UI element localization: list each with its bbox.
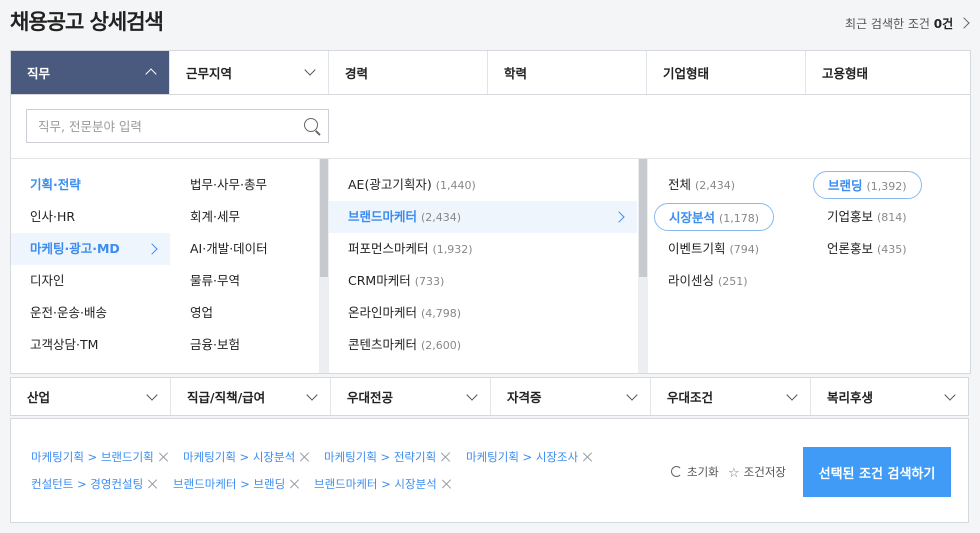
close-icon[interactable] — [442, 479, 452, 489]
search-submit-button[interactable]: 선택된 조건 검색하기 — [803, 447, 951, 497]
tab-label: 고용형태 — [822, 66, 869, 81]
tab-region[interactable]: 근무지역 — [170, 51, 329, 94]
recent-count: 0건 — [933, 17, 954, 31]
chevron-down-icon — [306, 389, 318, 401]
tab-certificate[interactable]: 자격증 — [491, 378, 651, 415]
tab-major[interactable]: 우대전공 — [331, 378, 491, 415]
list-item[interactable]: 고객상담·TM — [11, 329, 170, 361]
job-subcategory-list: AE(광고기획자) (1,440) 브랜드마케터 (2,434) 퍼포먼스마케터 (1… — [329, 159, 637, 373]
tab-preference[interactable]: 우대조건 — [651, 378, 811, 415]
list-item[interactable]: 온라인마케터 (4,798) — [329, 297, 637, 329]
list-item[interactable]: 브랜드마케터 (2,434) — [329, 201, 637, 233]
list-item[interactable]: 금융·보험 — [171, 329, 319, 361]
chevron-down-icon — [466, 389, 478, 401]
page-title: 채용공고 상세검색 — [10, 10, 164, 34]
star-icon: ☆ — [728, 466, 740, 481]
filter-panel: 직무 근무지역 경력 학력 기업형태 고용형태 기획·전략 인사·HR 마케팅·… — [10, 50, 971, 374]
keyword-pill[interactable]: 시장분석 (1,178) — [654, 203, 775, 231]
list-item[interactable]: 물류·무역 — [171, 265, 319, 297]
keyword-pill[interactable]: 이벤트기획 (794) — [654, 235, 773, 263]
chevron-down-icon — [944, 389, 956, 401]
tab-position-salary[interactable]: 직급/직책/급여 — [171, 378, 331, 415]
list-item[interactable]: 퍼포먼스마케터 (1,932) — [329, 233, 637, 265]
list-item[interactable]: CRM마케터 (733) — [329, 265, 637, 297]
job-keyword-grid: 전체 (2,434) 브랜딩 (1,392) 시장분석 (1,178) 기업홍보 (81… — [649, 159, 969, 373]
list-item[interactable]: 회계·세무 — [171, 201, 319, 233]
list-item[interactable]: 법무·사무·총무 — [171, 169, 319, 201]
tab-industry[interactable]: 산업 — [11, 378, 171, 415]
keyword-pill[interactable]: 브랜딩 (1,392) — [813, 171, 922, 199]
tab-company-type[interactable]: 기업형태 — [647, 51, 806, 94]
keyword-pill[interactable]: 기업홍보 (814) — [813, 203, 921, 231]
keyword-pill[interactable]: 언론홍보 (435) — [813, 235, 921, 263]
selected-chip[interactable]: 컨설턴트 > 경영컨설팅 — [31, 476, 158, 492]
job-search-box — [26, 109, 329, 143]
list-item[interactable]: 영업 — [171, 297, 319, 329]
list-item[interactable]: AI·개발·데이터 — [171, 233, 319, 265]
tab-label: 경력 — [345, 66, 369, 81]
recent-label: 최근 검색한 조건 — [845, 17, 930, 31]
close-icon[interactable] — [300, 452, 310, 462]
list-item[interactable]: 인사·HR — [11, 201, 170, 233]
recent-search-toggle[interactable]: 최근 검색한 조건 0건 — [845, 15, 970, 32]
selected-conditions: 마케팅기획 > 브랜드기획 마케팅기획 > 시장분석 마케팅기획 > 전략기획 … — [10, 418, 969, 523]
chevron-up-icon — [145, 68, 157, 80]
scrollbar-thumb[interactable] — [320, 159, 328, 277]
tab-label: 기업형태 — [663, 66, 710, 81]
list-item[interactable]: 디자인 — [11, 265, 170, 297]
job-category-list-2: 법무·사무·총무 회계·세무 AI·개발·데이터 물류·무역 영업 금융·보험 — [171, 159, 319, 373]
save-condition-button[interactable]: ☆ 조건저장 — [728, 464, 786, 481]
close-icon[interactable] — [441, 452, 451, 462]
selected-chip[interactable]: 브랜드마케터 > 브랜딩 — [173, 476, 300, 492]
search-icon[interactable] — [304, 118, 318, 132]
tab-job[interactable]: 직무 — [11, 51, 170, 94]
chevron-down-icon — [146, 389, 158, 401]
selected-chip[interactable]: 마케팅기획 > 시장분석 — [183, 449, 310, 465]
tab-label: 직무 — [27, 66, 51, 81]
tab-employment-type[interactable]: 고용형태 — [806, 51, 970, 94]
chevron-down-icon — [786, 389, 798, 401]
close-icon[interactable] — [148, 479, 158, 489]
list-item[interactable]: 마케팅·광고·MD — [11, 233, 170, 265]
tab-label: 학력 — [504, 66, 528, 81]
tab-welfare[interactable]: 복리후생 — [811, 378, 968, 415]
chevron-down-icon — [958, 17, 970, 29]
selected-chip[interactable]: 브랜드마케터 > 시장분석 — [314, 476, 452, 492]
refresh-icon — [671, 466, 682, 477]
list-item[interactable]: 운전·운송·배송 — [11, 297, 170, 329]
tab-education[interactable]: 학력 — [488, 51, 647, 94]
filter-tabs: 직무 근무지역 경력 학력 기업형태 고용형태 — [11, 51, 970, 95]
scrollbar-thumb[interactable] — [639, 159, 647, 277]
job-category-list: 기획·전략 인사·HR 마케팅·광고·MD 디자인 운전·운송·배송 고객상담·… — [11, 159, 170, 373]
scrollbar[interactable] — [319, 159, 329, 373]
tab-career[interactable]: 경력 — [329, 51, 488, 94]
chevron-right-icon — [146, 243, 158, 255]
list-item[interactable]: 콘텐츠마케터 (2,600) — [329, 329, 637, 361]
list-item[interactable]: 기획·전략 — [11, 169, 170, 201]
job-search-input[interactable] — [27, 110, 298, 142]
close-icon[interactable] — [159, 452, 169, 462]
keyword-pill[interactable]: 라이센싱 (251) — [654, 267, 762, 295]
chevron-down-icon — [304, 64, 316, 76]
scrollbar[interactable] — [638, 159, 648, 373]
selected-chip[interactable]: 마케팅기획 > 전략기획 — [324, 449, 451, 465]
keyword-pill[interactable]: 전체 (2,434) — [654, 171, 749, 199]
filter-tabs-2: 산업 직급/직책/급여 우대전공 자격증 우대조건 복리후생 — [10, 377, 969, 416]
reset-button[interactable]: 초기화 — [671, 464, 719, 480]
list-item[interactable]: AE(광고기획자) (1,440) — [329, 169, 637, 201]
close-icon[interactable] — [290, 479, 300, 489]
selected-chip[interactable]: 마케팅기획 > 시장조사 — [466, 449, 593, 465]
chevron-down-icon — [626, 389, 638, 401]
chevron-right-icon — [613, 211, 625, 223]
tab-label: 근무지역 — [186, 66, 233, 81]
close-icon[interactable] — [583, 452, 593, 462]
selected-chip[interactable]: 마케팅기획 > 브랜드기획 — [31, 449, 169, 465]
